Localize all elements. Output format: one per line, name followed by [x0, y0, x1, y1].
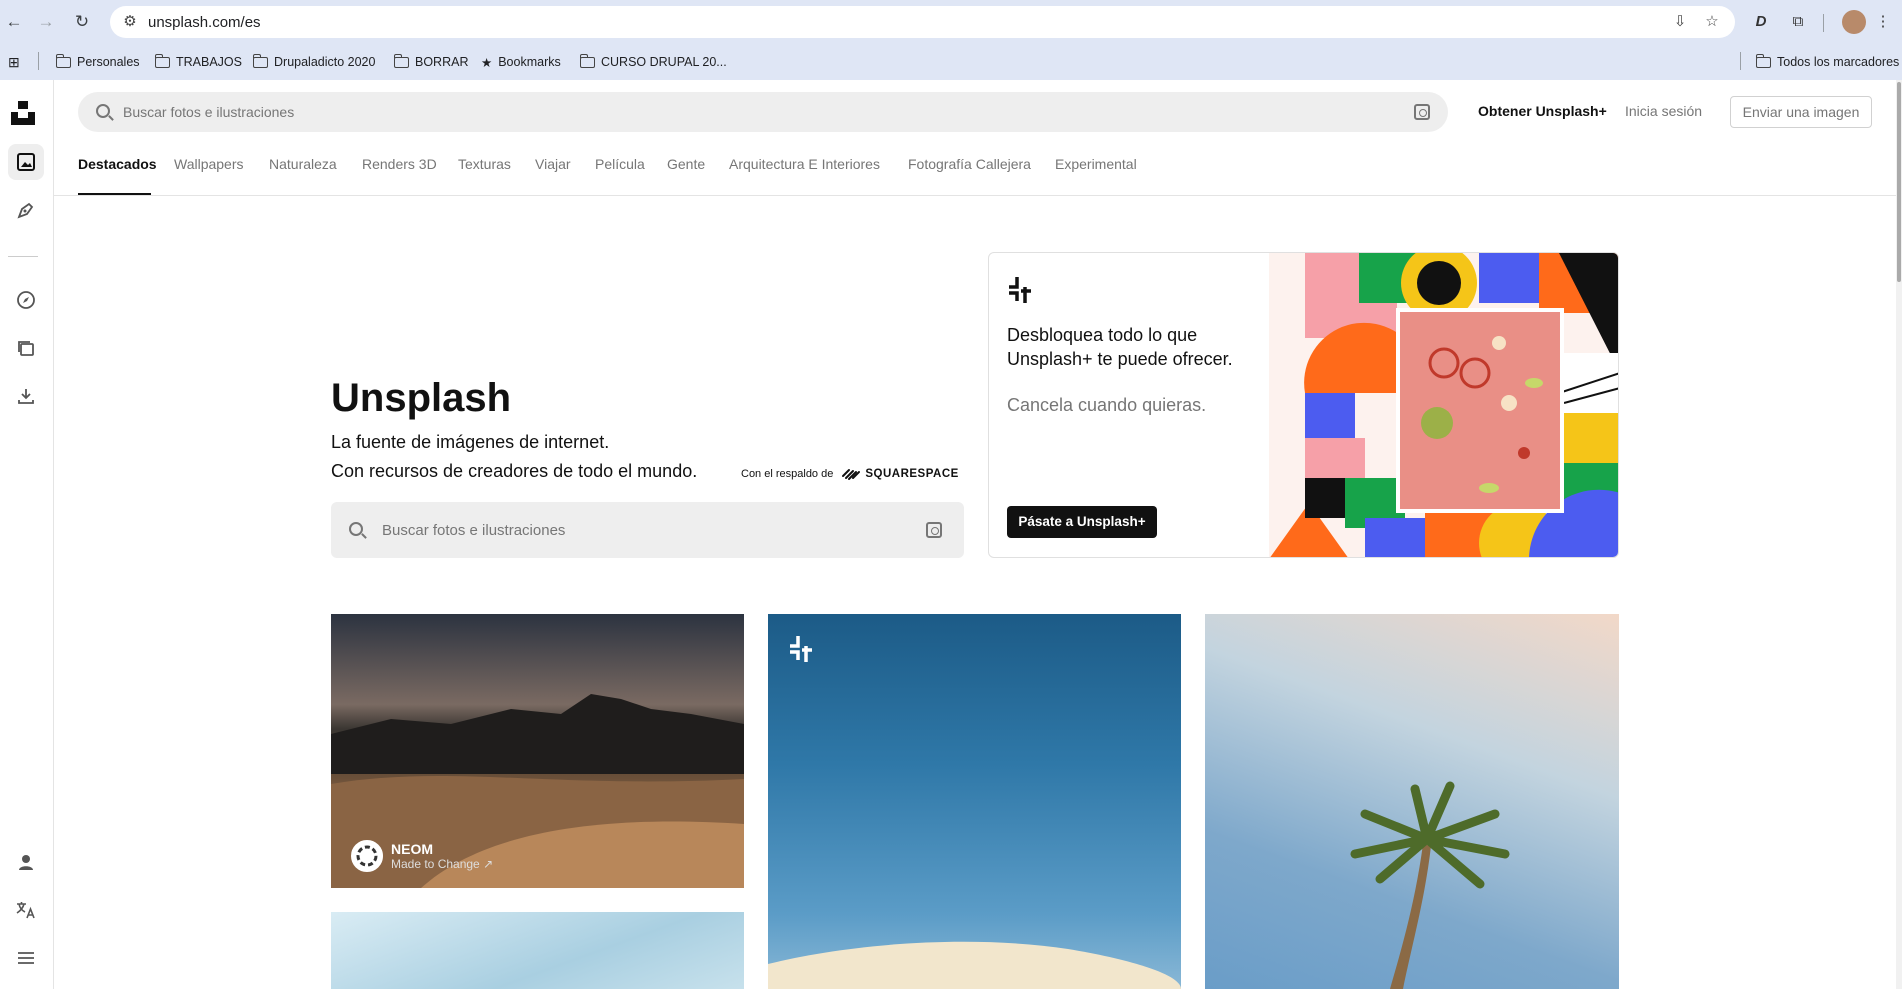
extension-d-icon[interactable]: D	[1750, 11, 1772, 33]
language-translate-icon[interactable]	[8, 892, 44, 928]
photo-credit[interactable]: NEOM Made to Change ↗	[351, 840, 493, 872]
download-icon[interactable]	[8, 378, 44, 414]
tabs-divider	[54, 195, 1896, 196]
tab-renders-3d[interactable]: Renders 3D	[362, 156, 437, 172]
photos-nav-icon[interactable]	[8, 144, 44, 180]
promo-title: Desbloquea todo lo que Unsplash+ te pued…	[1007, 325, 1233, 369]
unsplash-plus-promo[interactable]: Desbloquea todo lo que Unsplash+ te pued…	[988, 252, 1619, 558]
apps-grid-icon[interactable]: ⊞	[8, 53, 20, 71]
url-text: unsplash.com/es	[148, 14, 261, 31]
left-rail	[0, 80, 54, 989]
address-row: ← → ↻ ⚙ unsplash.com/es ⇩ ☆ D ⧉ ⋮	[0, 0, 1902, 44]
promo-artwork	[1269, 253, 1618, 557]
bookmark-personales[interactable]: Personales	[55, 53, 140, 71]
tab-arquitectura[interactable]: Arquitectura E Interiores	[729, 156, 880, 172]
folder-icon	[252, 53, 268, 68]
bookmark-bookmarks[interactable]: ★ Bookmarks	[481, 53, 561, 71]
photo-blue-sky-dune[interactable]	[768, 614, 1181, 989]
header-search-input[interactable]: Buscar fotos e ilustraciones	[78, 92, 1448, 132]
hero-search-input[interactable]: Buscar fotos e ilustraciones	[331, 502, 964, 558]
bookmark-trabajos[interactable]: TRABAJOS	[154, 53, 242, 71]
toolbar-divider	[1823, 14, 1824, 32]
collections-icon[interactable]	[8, 330, 44, 366]
extensions-puzzle-icon[interactable]: ⧉	[1787, 11, 1809, 33]
tab-wallpapers[interactable]: Wallpapers	[174, 156, 244, 172]
backed-by: Con el respaldo de SQUARESPACE	[741, 467, 959, 481]
squarespace-logo[interactable]: SQUARESPACE	[841, 467, 958, 481]
unsplash-plus-icon	[1009, 277, 1031, 303]
bookmark-borrar[interactable]: BORRAR	[393, 53, 469, 71]
illustrations-pen-icon[interactable]	[8, 192, 44, 228]
neom-avatar	[351, 840, 383, 872]
folder-icon	[393, 53, 409, 68]
hamburger-menu-icon[interactable]	[8, 940, 44, 976]
site-info-icon[interactable]: ⚙	[120, 12, 140, 32]
upgrade-plus-button[interactable]: Pásate a Unsplash+	[1007, 506, 1157, 538]
bookmarks-bar: ⊞ Personales TRABAJOS Drupaladicto 2020 …	[0, 44, 1902, 80]
address-bar[interactable]: ⚙ unsplash.com/es ⇩ ☆	[110, 6, 1735, 38]
visual-search-icon[interactable]	[926, 522, 942, 538]
photo-palm-tree[interactable]	[1205, 614, 1619, 989]
tab-fotografia-callejera[interactable]: Fotografía Callejera	[908, 156, 1031, 172]
bookmark-curso-drupal[interactable]: CURSO DRUPAL 20...	[579, 53, 727, 71]
palm-tree-shape	[1350, 781, 1510, 989]
scrollbar-thumb[interactable]	[1897, 82, 1901, 282]
bookmark-label: Todos los marcadores	[1777, 55, 1900, 69]
login-link[interactable]: Inicia sesión	[1625, 103, 1702, 119]
bookmarks-divider	[1740, 52, 1741, 70]
hero-subtagline: Con recursos de creadores de todo el mun…	[331, 461, 698, 481]
squarespace-label: SQUARESPACE	[865, 468, 959, 480]
tab-naturaleza[interactable]: Naturaleza	[269, 156, 337, 172]
bookmark-drupaladicto[interactable]: Drupaladicto 2020	[252, 53, 376, 71]
bookmark-label: TRABAJOS	[176, 55, 242, 69]
star-icon: ★	[481, 55, 493, 70]
back-icon[interactable]: ←	[2, 10, 26, 34]
search-icon	[349, 522, 363, 536]
tab-viajar[interactable]: Viajar	[535, 156, 571, 172]
backed-by-label: Con el respaldo de	[741, 468, 834, 480]
user-icon[interactable]	[8, 844, 44, 880]
bookmark-label: Drupaladicto 2020	[274, 55, 376, 69]
visual-search-icon[interactable]	[1414, 104, 1430, 120]
bookmark-label: Personales	[77, 55, 140, 69]
menu-kebab-icon[interactable]: ⋮	[1872, 11, 1894, 33]
forward-icon[interactable]: →	[34, 10, 58, 34]
submit-image-button[interactable]: Enviar una imagen	[1730, 96, 1872, 128]
bookmark-star-icon[interactable]: ☆	[1702, 12, 1722, 32]
rail-divider	[8, 256, 38, 257]
search-placeholder: Buscar fotos e ilustraciones	[382, 522, 566, 539]
credit-subtitle: Made to Change ↗	[391, 857, 494, 871]
bookmark-label: Bookmarks	[498, 55, 561, 69]
bookmark-label: CURSO DRUPAL 20...	[601, 55, 727, 69]
folder-icon	[154, 53, 170, 68]
bookmark-all[interactable]: Todos los marcadores	[1755, 53, 1900, 71]
reload-icon[interactable]: ↻	[70, 10, 94, 34]
install-app-icon[interactable]: ⇩	[1670, 12, 1690, 32]
photo-neom-desert[interactable]: NEOM Made to Change ↗	[331, 614, 744, 888]
hero-tagline: La fuente de imágenes de internet.	[331, 432, 610, 452]
get-unsplash-plus-link[interactable]: Obtener Unsplash+	[1478, 103, 1607, 119]
tab-experimental[interactable]: Experimental	[1055, 156, 1137, 172]
hero-title: Unsplash	[331, 376, 512, 420]
squarespace-icon	[842, 469, 861, 480]
folder-icon	[1755, 53, 1771, 68]
tab-pelicula[interactable]: Película	[595, 156, 645, 172]
bookmark-label: BORRAR	[415, 55, 469, 69]
promo-subtitle: Cancela cuando quieras.	[1007, 395, 1207, 415]
search-icon	[96, 104, 110, 118]
tab-gente[interactable]: Gente	[667, 156, 705, 172]
unsplash-logo[interactable]	[11, 101, 35, 125]
tab-destacados[interactable]: Destacados	[78, 156, 157, 172]
photo-blue-abstract[interactable]	[331, 912, 744, 989]
credit-name: NEOM	[391, 841, 433, 857]
profile-avatar[interactable]	[1842, 10, 1866, 34]
dune-shape	[768, 941, 1181, 989]
bookmarks-divider	[38, 52, 39, 70]
tab-texturas[interactable]: Texturas	[458, 156, 511, 172]
folder-icon	[55, 53, 71, 68]
explore-compass-icon[interactable]	[8, 282, 44, 318]
folder-icon	[579, 53, 595, 68]
search-placeholder: Buscar fotos e ilustraciones	[123, 104, 295, 120]
